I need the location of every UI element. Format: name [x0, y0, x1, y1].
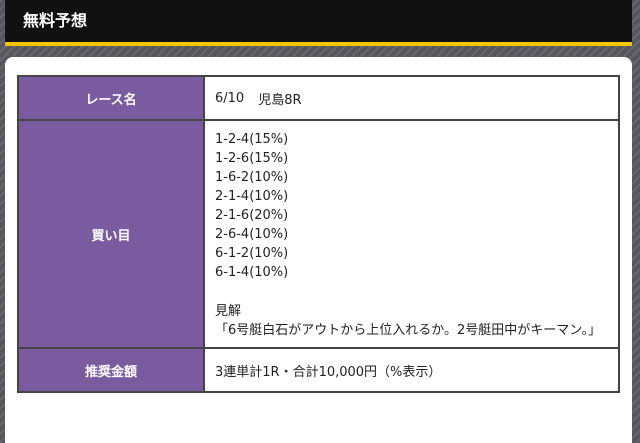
bets-list: 1-2-4(15%) 1-2-6(15%) 1-6-2(10%) 2-1-4(1…: [215, 130, 288, 282]
race-name-value: 6/10 児島8R: [205, 77, 618, 119]
bet-item: 1-2-4(15%): [215, 132, 289, 147]
bets-value: 1-2-4(15%) 1-2-6(15%) 1-6-2(10%) 2-1-4(1…: [205, 121, 618, 347]
amount-label: 推奨金額: [19, 349, 205, 391]
bet-item: 2-6-4(10%): [215, 227, 289, 242]
bet-item: 1-6-2(10%): [215, 170, 289, 185]
race-name-row: レース名 6/10 児島8R: [19, 77, 618, 119]
bets-label: 買い目: [19, 121, 205, 347]
prediction-table: レース名 6/10 児島8R 買い目 1-2-4(15%) 1-2-6(15%)…: [17, 75, 620, 393]
amount-value: 3連単計1R・合計10,000円（%表示）: [215, 364, 442, 380]
bets-row: 買い目 1-2-4(15%) 1-2-6(15%) 1-6-2(10%) 2-1…: [19, 119, 618, 347]
bet-item: 2-1-6(20%): [215, 208, 289, 223]
page-title: 無料予想: [23, 11, 88, 30]
bet-item: 6-1-2(10%): [215, 246, 289, 261]
opinion-block: 見解 「6号艇白石がアウトから上位入れるか。2号艇田中がキーマン。」: [215, 302, 601, 340]
content-panel: レース名 6/10 児島8R 買い目 1-2-4(15%) 1-2-6(15%)…: [5, 57, 632, 443]
race-name-label: レース名: [19, 77, 205, 119]
bet-item: 2-1-4(10%): [215, 189, 289, 204]
bet-item: 6-1-4(10%): [215, 265, 289, 280]
opinion-title: 見解: [215, 304, 242, 319]
opinion-text: 「6号艇白石がアウトから上位入れるか。2号艇田中がキーマン。」: [215, 323, 602, 338]
race-venue: 児島8R: [258, 92, 302, 108]
race-date: 6/10: [215, 90, 245, 106]
page-header: 無料予想: [5, 0, 632, 46]
amount-row: 推奨金額 3連単計1R・合計10,000円（%表示）: [19, 347, 618, 391]
bet-item: 1-2-6(15%): [215, 151, 289, 166]
